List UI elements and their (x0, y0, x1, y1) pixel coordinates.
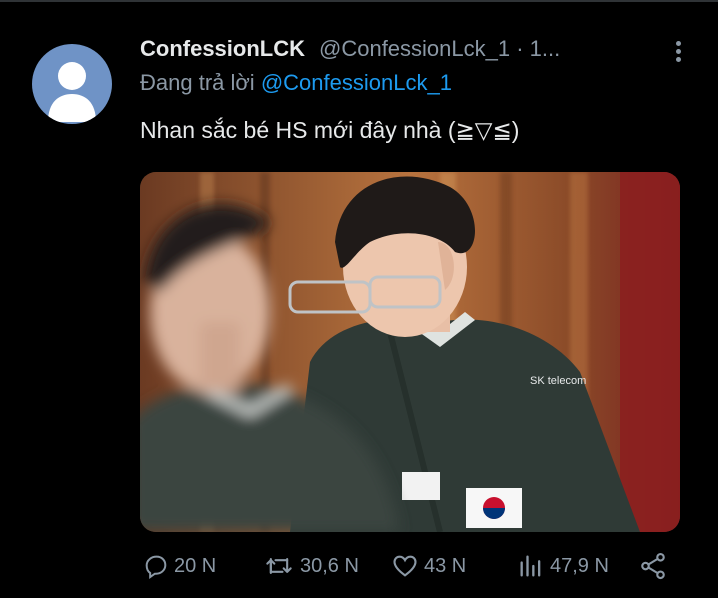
views-button[interactable]: 47,9 N (516, 548, 609, 584)
reply-to-link[interactable]: @ConfessionLck_1 (261, 70, 452, 95)
like-button[interactable]: 43 N (390, 548, 466, 584)
share-icon (641, 552, 665, 580)
retweet-count: 30,6 N (300, 554, 359, 577)
more-options-button[interactable] (668, 38, 688, 72)
more-dot-icon (675, 41, 681, 46)
top-divider (0, 0, 718, 2)
views-count: 47,9 N (550, 554, 609, 577)
reply-prefix: Đang trả lời (140, 70, 255, 95)
handle-and-time[interactable]: @ConfessionLck_1 · 1... (319, 36, 560, 62)
views-chart-icon (520, 555, 541, 577)
avatar[interactable] (32, 44, 112, 124)
share-button[interactable] (638, 548, 668, 584)
more-dot-icon (675, 57, 681, 62)
like-count: 43 N (424, 554, 467, 577)
heart-icon (393, 555, 417, 577)
tweet-media[interactable]: SK telecom (140, 172, 680, 532)
more-dot-icon (675, 49, 681, 54)
reply-context: Đang trả lời @ConfessionLck_1 (140, 70, 452, 96)
retweet-icon (266, 557, 292, 575)
default-avatar-icon (48, 62, 96, 122)
reply-button[interactable]: 20 N (142, 548, 216, 584)
display-name[interactable]: ConfessionLCK (140, 36, 305, 62)
reply-count: 20 N (174, 554, 217, 577)
tweet-actions: 20 N 30,6 N 43 N 47,9 N (140, 548, 680, 584)
photo-image: SK telecom (140, 172, 680, 532)
svg-text:SK telecom: SK telecom (530, 375, 586, 387)
tweet-text: Nhan sắc bé HS mới đây nhà (≧▽≦) (140, 117, 520, 143)
tweet-header: ConfessionLCK @ConfessionLck_1 · 1... (140, 36, 660, 66)
retweet-button[interactable]: 30,6 N (262, 548, 359, 584)
reply-icon (145, 555, 167, 580)
